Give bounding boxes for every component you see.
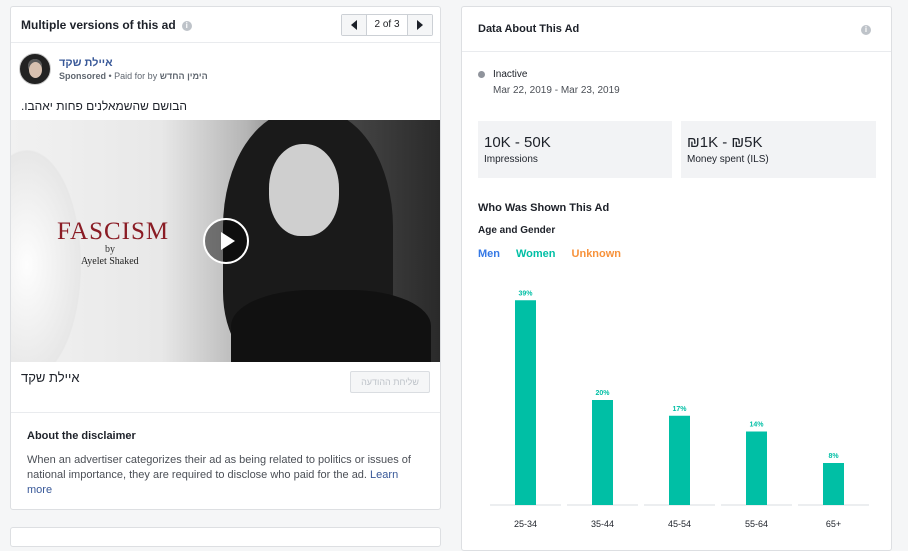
bar-value-label: 8% bbox=[828, 453, 839, 460]
paid-for-prefix: • Paid for by bbox=[106, 71, 160, 81]
x-tick-label: 35-44 bbox=[591, 519, 614, 529]
spend-label: Money spent (ILS) bbox=[687, 154, 769, 165]
impressions-card: 10K - 50K Impressions bbox=[478, 121, 672, 178]
previous-version-button[interactable] bbox=[342, 15, 366, 35]
x-tick-label: 65+ bbox=[826, 519, 841, 529]
chart-legend: Men Women Unknown bbox=[478, 248, 621, 260]
bar-value-label: 14% bbox=[749, 422, 764, 429]
play-triangle bbox=[221, 232, 235, 250]
disclaimer-text: When an advertiser categorizes their ad … bbox=[27, 453, 422, 498]
status-dot-icon bbox=[478, 70, 485, 78]
divider bbox=[11, 412, 440, 413]
bar-value-label: 39% bbox=[518, 290, 533, 297]
info-icon[interactable]: i bbox=[181, 20, 192, 31]
audience-title: Who Was Shown This Ad bbox=[478, 202, 610, 214]
bar-women-35-44 bbox=[592, 400, 613, 505]
legend-unknown[interactable]: Unknown bbox=[572, 248, 622, 260]
portrait-face bbox=[269, 144, 339, 236]
version-count: 2 of 3 bbox=[366, 15, 408, 35]
ad-versions-panel: Multiple versions of this ad i 2 of 3 איי… bbox=[10, 6, 441, 510]
play-icon[interactable] bbox=[203, 218, 249, 264]
ad-data-panel: Data About This Ad i Inactive Mar 22, 20… bbox=[461, 6, 892, 551]
perfume-brand-sub: Ayelet Shaked bbox=[81, 256, 139, 267]
bar-women-65+ bbox=[823, 463, 844, 505]
perfume-brand: FASCISM bbox=[57, 218, 170, 245]
avatar-face bbox=[29, 62, 42, 78]
bar-women-55-64 bbox=[746, 431, 767, 505]
next-version-button[interactable] bbox=[408, 15, 432, 35]
post-caption: איילת שקד bbox=[21, 370, 80, 385]
disclaimer-body: When an advertiser categorizes their ad … bbox=[27, 454, 411, 481]
bar-value-label: 17% bbox=[672, 406, 687, 413]
ad-body-text: הבושם שהשמאלנים פחות יאהבו. bbox=[21, 99, 188, 113]
send-message-button[interactable]: שליחת ההודעה bbox=[350, 371, 430, 393]
legend-men[interactable]: Men bbox=[478, 248, 500, 260]
chevron-right-icon bbox=[417, 20, 423, 30]
page-name-link[interactable]: איילת שקד bbox=[59, 57, 113, 69]
perfume-brand-by: by bbox=[105, 244, 115, 255]
run-dates: Mar 22, 2019 - Mar 23, 2019 bbox=[493, 85, 620, 96]
paid-for-name: הימין החדש bbox=[159, 71, 208, 81]
age-gender-title: Age and Gender bbox=[478, 225, 556, 236]
bar-women-25-34 bbox=[515, 300, 536, 505]
portrait-shirt bbox=[231, 290, 431, 362]
impressions-label: Impressions bbox=[484, 154, 538, 165]
x-tick-label: 55-64 bbox=[745, 519, 768, 529]
ad-versions-title: Multiple versions of this ad i bbox=[21, 18, 192, 32]
status-text: Inactive bbox=[493, 69, 528, 80]
version-pager: 2 of 3 bbox=[341, 14, 433, 36]
impressions-value: 10K - 50K bbox=[484, 134, 551, 151]
ad-versions-header: Multiple versions of this ad i 2 of 3 bbox=[11, 7, 440, 43]
next-panel-edge bbox=[10, 527, 441, 547]
sponsored-label: Sponsored bbox=[59, 71, 107, 81]
status-line: Inactive bbox=[478, 69, 527, 80]
ad-video-thumbnail[interactable]: FASCISM by Ayelet Shaked bbox=[11, 120, 440, 362]
info-icon[interactable]: i bbox=[861, 25, 871, 35]
spend-value: ₪1K - ₪5K bbox=[687, 134, 763, 151]
ad-versions-title-text: Multiple versions of this ad bbox=[21, 18, 176, 32]
avatar[interactable] bbox=[19, 53, 51, 85]
spend-card: ₪1K - ₪5K Money spent (ILS) bbox=[681, 121, 876, 178]
chevron-left-icon bbox=[351, 20, 357, 30]
x-tick-label: 25-34 bbox=[514, 519, 537, 529]
disclaimer-title: About the disclaimer bbox=[27, 430, 136, 442]
sponsored-line: Sponsored • Paid for by הימין החדש bbox=[59, 71, 208, 81]
bar-women-45-54 bbox=[669, 415, 690, 505]
ad-data-title: Data About This Ad bbox=[478, 23, 580, 35]
bar-value-label: 20% bbox=[595, 390, 610, 397]
post-header: איילת שקד Sponsored • Paid for by הימין … bbox=[19, 53, 419, 87]
legend-women[interactable]: Women bbox=[516, 248, 556, 260]
age-gender-chart: 39% 25-34 20% 35-44 17% 45-54 14% 55-64 8% 65+ bbox=[490, 290, 869, 529]
curtain-graphic bbox=[11, 150, 81, 362]
x-tick-label: 45-54 bbox=[668, 519, 691, 529]
ad-data-header: Data About This Ad i bbox=[462, 7, 891, 52]
